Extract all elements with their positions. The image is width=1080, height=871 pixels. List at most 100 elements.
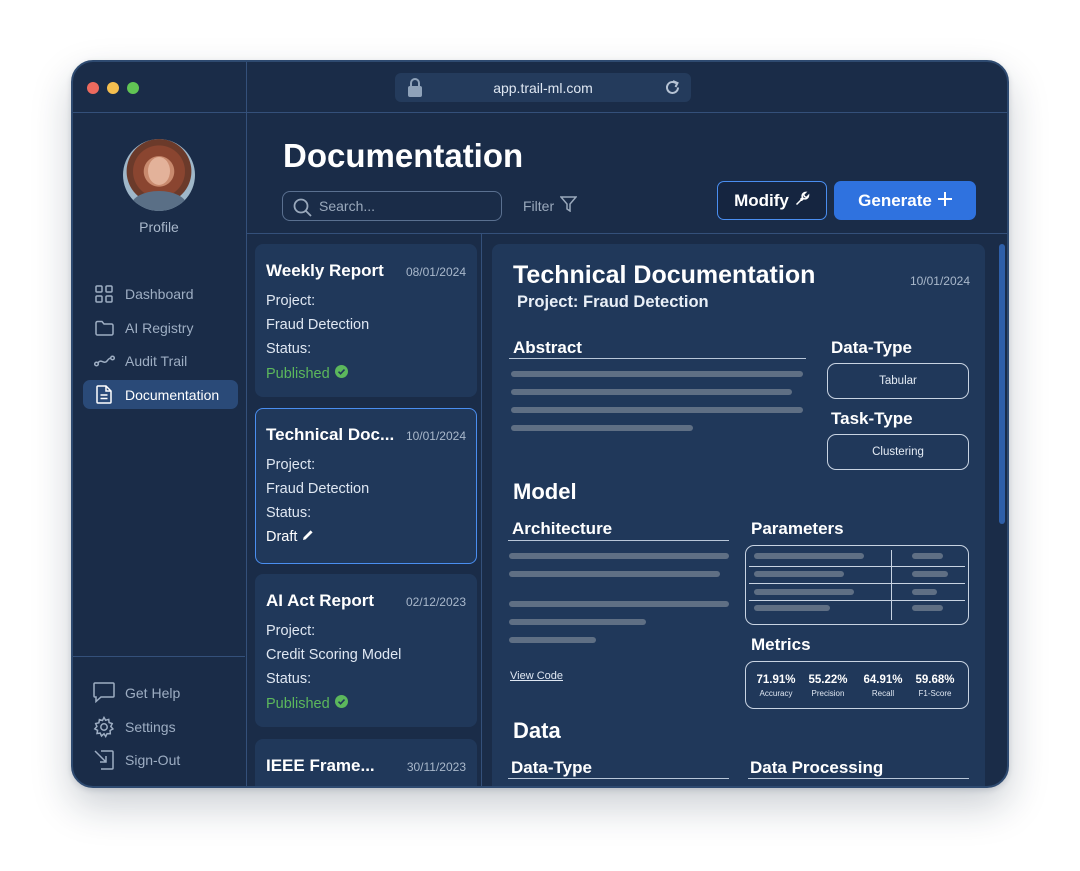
metric-precision: 55.22% Precision [803, 674, 853, 698]
avatar[interactable] [123, 139, 195, 211]
sidebar-item-get-help[interactable]: Get Help [83, 678, 238, 707]
card-status: Published [266, 695, 348, 712]
sidebar-item-label: Get Help [125, 684, 181, 701]
metric-label: F1-Score [918, 689, 952, 698]
check-circle-icon [334, 365, 348, 382]
table-row-divider [749, 600, 965, 601]
sidebar-item-label: Sign-Out [125, 751, 181, 768]
scrollbar[interactable] [999, 244, 1005, 524]
reload-icon[interactable] [662, 77, 683, 101]
text-placeholder [509, 619, 646, 625]
profile-label[interactable]: Profile [73, 219, 245, 235]
search-icon [293, 198, 312, 220]
sidebar: Profile Dashboard AI Registry Audit Trai… [73, 113, 247, 786]
model-heading: Model [513, 479, 577, 504]
table-cell-placeholder [912, 571, 948, 577]
close-window-button[interactable] [87, 82, 99, 94]
sidebar-item-audit-trail[interactable]: Audit Trail [83, 346, 238, 375]
card-status-label: Status: [266, 505, 312, 521]
sidebar-item-label: Dashboard [125, 285, 194, 302]
document-card-technical-doc[interactable]: Technical Doc... 10/01/2024 Project: Fra… [255, 408, 477, 564]
pencil-icon [302, 529, 314, 545]
view-code-link[interactable]: View Code [510, 670, 563, 682]
url-text: app.trail-ml.com [493, 79, 593, 96]
filter-button[interactable]: Filter [523, 196, 578, 215]
metric-accuracy: 71.91% Accuracy [751, 674, 801, 698]
minimize-window-button[interactable] [107, 82, 119, 94]
generate-button[interactable]: Generate [834, 181, 976, 220]
list-divider [481, 234, 482, 786]
metrics-panel: 71.91% Accuracy 55.22% Precision 64.91% … [745, 661, 969, 709]
modify-label: Modify [734, 190, 789, 210]
task-type-heading: Task-Type [831, 409, 913, 428]
table-cell-placeholder [912, 605, 943, 611]
card-status: Draft [266, 529, 314, 545]
document-card-weekly-report[interactable]: Weekly Report 08/01/2024 Project: Fraud … [255, 244, 477, 397]
maximize-window-button[interactable] [127, 82, 139, 94]
document-card-ai-act-report[interactable]: AI Act Report 02/12/2023 Project: Credit… [255, 574, 477, 727]
chat-icon [83, 682, 125, 703]
card-project-label: Project: [266, 457, 316, 473]
table-cell-placeholder [754, 589, 854, 595]
sidebar-item-dashboard[interactable]: Dashboard [83, 279, 238, 308]
sidebar-item-sign-out[interactable]: Sign-Out [83, 745, 238, 774]
search-field[interactable] [282, 191, 502, 221]
status-text: Published [266, 365, 330, 382]
search-input[interactable] [319, 198, 489, 214]
data-type-badge: Tabular [827, 363, 969, 399]
abstract-underline [509, 358, 806, 359]
sidebar-divider [73, 656, 245, 657]
text-placeholder [511, 389, 792, 395]
text-placeholder [509, 571, 720, 577]
parameters-table [745, 545, 969, 625]
abstract-heading: Abstract [513, 338, 582, 357]
text-placeholder [511, 371, 803, 377]
metric-label: Accuracy [759, 689, 793, 698]
card-status-label: Status: [266, 341, 312, 357]
data-heading: Data [513, 718, 561, 743]
status-text: Draft [266, 529, 298, 545]
page-title: Documentation [283, 137, 524, 174]
data-processing-underline [748, 778, 969, 779]
wrench-icon [795, 191, 810, 211]
table-cell-placeholder [912, 553, 943, 559]
avatar-face [148, 157, 170, 185]
card-date: 02/12/2023 [405, 595, 466, 609]
card-title: IEEE Frame... [266, 756, 375, 775]
card-date: 08/01/2024 [405, 265, 466, 279]
sidebar-item-settings[interactable]: Settings [83, 712, 238, 741]
card-title: Technical Doc... [266, 425, 395, 444]
card-status: Published [266, 365, 348, 382]
metrics-heading: Metrics [751, 635, 811, 654]
table-row-divider [749, 566, 965, 567]
status-text: Published [266, 695, 330, 712]
table-cell-placeholder [754, 571, 844, 577]
avatar-shoulders [131, 191, 187, 211]
data-type-sub-heading: Data-Type [511, 758, 592, 777]
card-title: AI Act Report [266, 591, 374, 610]
sidebar-item-documentation[interactable]: Documentation [83, 380, 238, 409]
text-placeholder [509, 553, 729, 559]
sidebar-item-label: Documentation [125, 386, 220, 403]
table-cell-placeholder [754, 553, 864, 559]
text-placeholder [511, 407, 803, 413]
card-project: Fraud Detection [266, 481, 370, 497]
table-cell-placeholder [912, 589, 937, 595]
text-placeholder [509, 601, 729, 607]
metric-value: 64.91% [863, 674, 903, 686]
sidebar-item-label: Settings [125, 718, 176, 735]
plus-icon [937, 191, 952, 211]
sidebar-item-ai-registry[interactable]: AI Registry [83, 313, 238, 342]
metric-value: 55.22% [808, 674, 848, 686]
table-column-divider [891, 550, 892, 620]
modify-button[interactable]: Modify [717, 181, 827, 220]
task-type-badge: Clustering [827, 434, 969, 470]
parameters-heading: Parameters [751, 519, 844, 538]
document-title: Technical Documentation [513, 261, 816, 289]
document-card-ieee-framework[interactable]: IEEE Frame... 30/11/2023 [255, 739, 477, 786]
card-project-label: Project: [266, 623, 316, 639]
table-row-divider [749, 583, 965, 584]
card-status-label: Status: [266, 671, 312, 687]
address-bar[interactable]: app.trail-ml.com [395, 73, 691, 102]
text-placeholder [509, 637, 596, 643]
